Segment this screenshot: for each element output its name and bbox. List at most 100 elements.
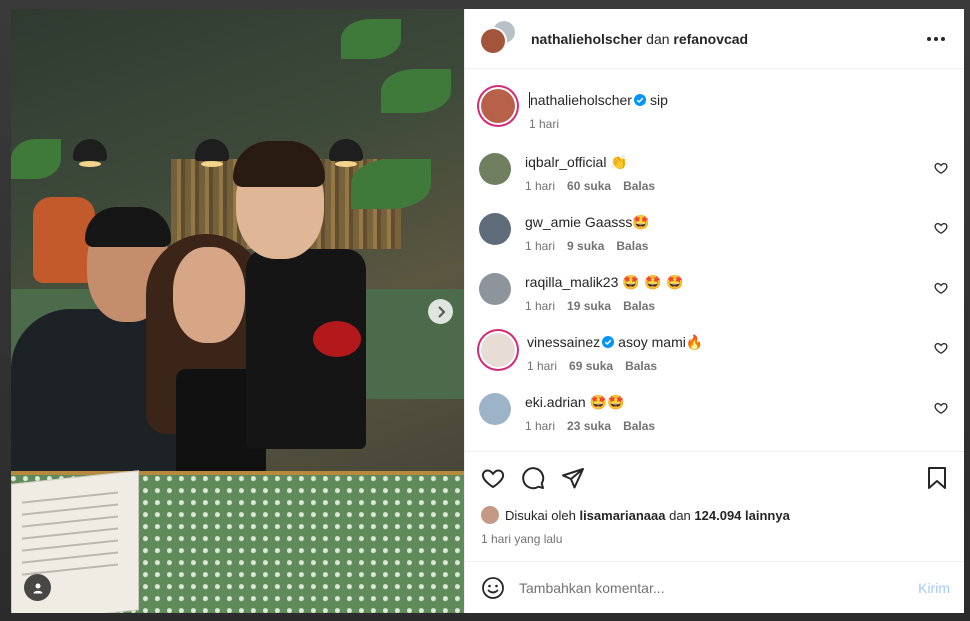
comment-text: asoy mami xyxy=(618,334,686,350)
reply-button[interactable]: Balas xyxy=(623,419,655,433)
avatar[interactable] xyxy=(481,89,515,123)
liker-username[interactable]: lisamarianaaa xyxy=(579,508,665,523)
avatar[interactable] xyxy=(479,393,511,425)
post-actions: Disukai oleh lisamarianaaa dan 124.094 l… xyxy=(465,451,964,561)
comment-item: gw_amie Gaasss🤩 1 hari 9 suka Balas xyxy=(479,213,948,253)
comment-item: vinessainez asoy mami🔥 1 hari 69 suka Bal… xyxy=(479,333,948,373)
user-icon xyxy=(33,583,42,593)
comment-input[interactable] xyxy=(519,579,919,596)
caption-body: sip xyxy=(649,92,668,108)
share-icon[interactable] xyxy=(561,466,585,490)
comment-username[interactable]: raqilla_malik23 xyxy=(525,274,618,290)
like-count[interactable]: 69 suka xyxy=(569,359,613,373)
photo-lamp xyxy=(73,139,107,167)
post-modal: nathalieholscher dan refanovcad nathalie… xyxy=(11,9,964,613)
timestamp[interactable]: 1 hari xyxy=(525,419,555,433)
timestamp[interactable]: 1 hari xyxy=(525,299,555,313)
comment-meta: 1 hari 23 suka Balas xyxy=(525,419,948,433)
photo-flowers xyxy=(313,321,361,357)
comment-meta: 1 hari 19 suka Balas xyxy=(525,299,948,313)
comment-emoji: 🔥 xyxy=(685,335,704,351)
post-comment-button[interactable]: Kirim xyxy=(918,580,950,596)
heart-icon[interactable] xyxy=(934,401,948,415)
comment-emoji: 👏 xyxy=(610,155,628,171)
avatar[interactable] xyxy=(481,333,515,367)
post-date[interactable]: 1 hari yang lalu xyxy=(481,532,948,546)
author-link[interactable]: nathalieholscher xyxy=(531,31,642,47)
post-header: nathalieholscher dan refanovcad xyxy=(465,9,964,69)
photo-lamp xyxy=(195,139,229,167)
comment-item: eki.adrian 🤩🤩 1 hari 23 suka Balas xyxy=(479,393,948,433)
avatar xyxy=(481,28,505,53)
avatar[interactable] xyxy=(481,506,499,524)
chevron-right-icon xyxy=(437,305,445,318)
comment-username[interactable]: eki.adrian xyxy=(525,394,586,410)
comment-meta: 1 hari 69 suka Balas xyxy=(527,359,948,373)
avatar[interactable] xyxy=(479,273,511,305)
tagged-users-button[interactable] xyxy=(24,574,51,601)
next-photo-button[interactable] xyxy=(428,299,453,324)
comment-text: Gaasss xyxy=(584,214,633,230)
conjunction-text: dan xyxy=(646,30,670,47)
photo-lamp xyxy=(329,139,363,167)
comment-username[interactable]: vinessainez xyxy=(527,334,600,350)
comment-username[interactable]: nathalieholscher xyxy=(530,92,632,108)
likes-prefix: Disukai oleh xyxy=(505,507,576,523)
photo-person xyxy=(173,247,245,343)
post-authors: nathalieholscher dan refanovcad xyxy=(531,31,748,47)
heart-icon[interactable] xyxy=(934,341,948,355)
like-count[interactable]: 9 suka xyxy=(567,239,604,253)
heart-icon[interactable] xyxy=(934,221,948,235)
photo-person xyxy=(233,141,325,187)
timestamp[interactable]: 1 hari xyxy=(529,117,559,131)
comment-username[interactable]: gw_amie xyxy=(525,214,581,230)
caption-text: nathalieholscher sip xyxy=(529,91,948,109)
heart-icon[interactable] xyxy=(934,281,948,295)
comment-emoji: 🤩🤩 xyxy=(589,395,625,411)
comment-icon[interactable] xyxy=(521,466,545,490)
comment-emoji: 🤩 xyxy=(632,215,650,231)
reply-button[interactable]: Balas xyxy=(623,299,655,313)
reply-button[interactable]: Balas xyxy=(625,359,657,373)
post-side-panel: nathalieholscher dan refanovcad nathalie… xyxy=(464,9,964,613)
photo-plant xyxy=(341,19,401,59)
photo-plant xyxy=(351,159,431,209)
comment-emoji: 🤩 🤩 🤩 xyxy=(622,275,684,291)
reply-button[interactable]: Balas xyxy=(616,239,648,253)
add-comment-bar: Kirim xyxy=(465,561,964,613)
more-options-button[interactable] xyxy=(922,25,950,53)
photo-plant xyxy=(11,139,61,179)
avatar[interactable] xyxy=(479,153,511,185)
like-count[interactable]: 23 suka xyxy=(567,419,611,433)
likes-count[interactable]: 124.094 lainnya xyxy=(694,508,789,523)
photo-plant xyxy=(381,69,451,113)
emoji-picker-icon[interactable] xyxy=(481,576,505,600)
like-count[interactable]: 60 suka xyxy=(567,179,611,193)
caption-meta: 1 hari xyxy=(529,117,948,131)
likes-summary: Disukai oleh lisamarianaaa dan 124.094 l… xyxy=(481,506,948,524)
verified-badge-icon xyxy=(602,336,615,348)
timestamp[interactable]: 1 hari xyxy=(527,359,557,373)
avatar[interactable] xyxy=(479,213,511,245)
like-count[interactable]: 19 suka xyxy=(567,299,611,313)
like-heart-icon[interactable] xyxy=(481,466,505,490)
timestamp[interactable]: 1 hari xyxy=(525,239,555,253)
photo-person xyxy=(85,207,171,247)
heart-icon[interactable] xyxy=(934,161,948,175)
comment-item: raqilla_malik23 🤩 🤩 🤩 1 hari 19 suka Bal… xyxy=(479,273,948,313)
comment-item: iqbalr_official 👏 1 hari 60 suka Balas xyxy=(479,153,948,193)
comment-meta: 1 hari 60 suka Balas xyxy=(525,179,948,193)
likes-and: dan xyxy=(669,507,691,523)
collab-avatars[interactable] xyxy=(479,20,519,57)
post-photo[interactable] xyxy=(11,9,464,613)
caption: nathalieholscher sip 1 hari xyxy=(479,85,948,131)
verified-badge-icon xyxy=(633,94,646,106)
comment-username[interactable]: iqbalr_official xyxy=(525,154,606,170)
author-link[interactable]: refanovcad xyxy=(673,31,748,47)
more-horizontal-icon xyxy=(927,36,945,41)
reply-button[interactable]: Balas xyxy=(623,179,655,193)
comment-meta: 1 hari 9 suka Balas xyxy=(525,239,948,253)
bookmark-icon[interactable] xyxy=(926,466,948,490)
comments-list[interactable]: nathalieholscher sip 1 hari iqbalr_offici… xyxy=(465,69,964,451)
timestamp[interactable]: 1 hari xyxy=(525,179,555,193)
